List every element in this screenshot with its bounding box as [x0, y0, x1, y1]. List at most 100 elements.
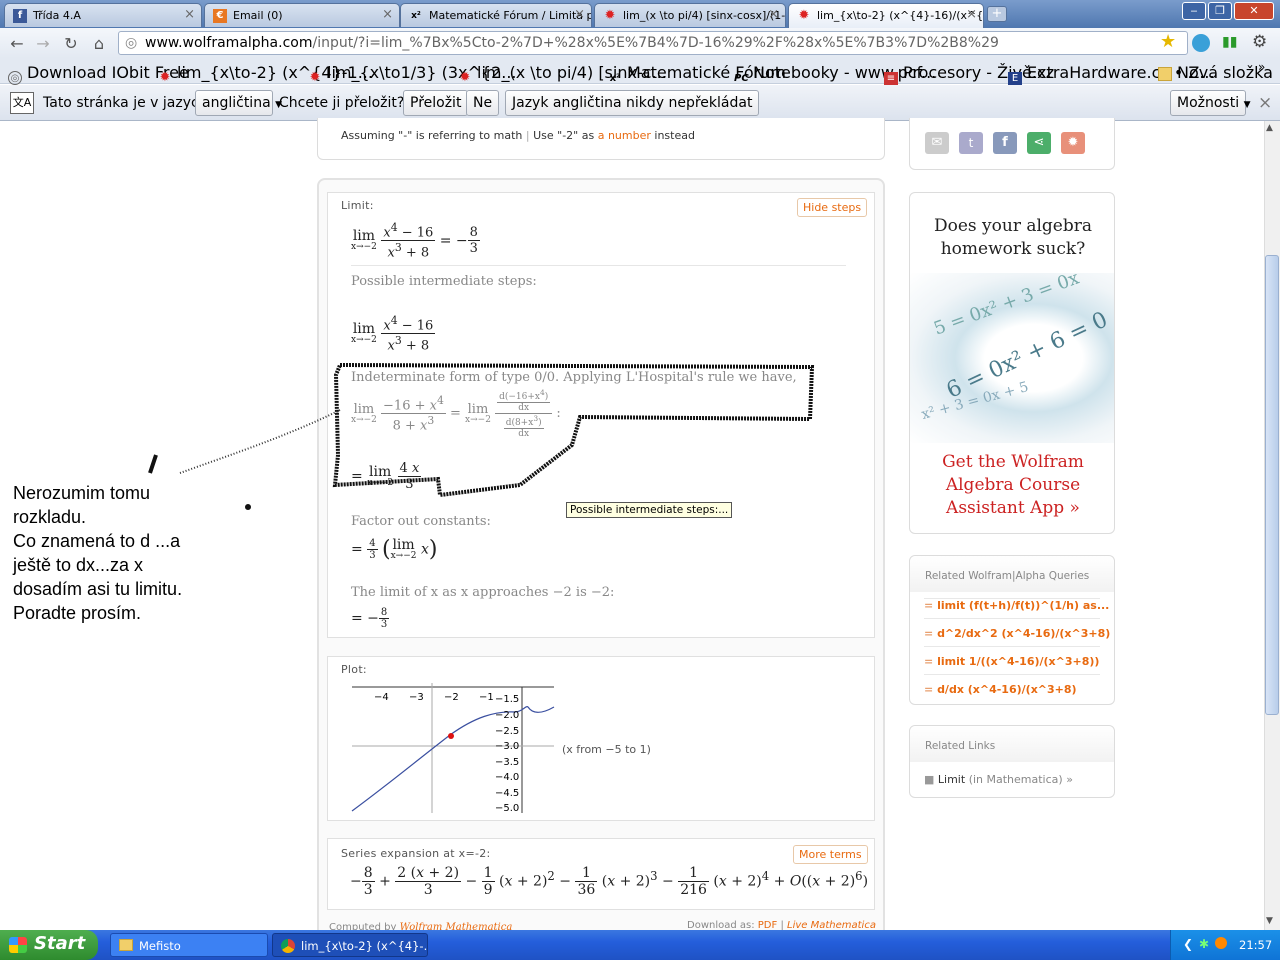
new-tab-button[interactable]: +	[987, 6, 1007, 22]
user-note: Nerozumim tomu rozkladu. Co znamená to d…	[13, 481, 182, 625]
never-translate-button[interactable]: Jazyk angličtina nikdy nepřekládat	[505, 90, 760, 116]
bookmark-star-icon[interactable]: ★	[1160, 31, 1176, 52]
wrench-icon[interactable]: ⚙	[1252, 32, 1267, 52]
url-path: /input/?i=lim_%7Bx%5Cto-2%7D+%28x%5E%7B4…	[312, 35, 999, 51]
task-mefisto[interactable]: Mefisto	[110, 933, 268, 957]
y-tick: −4.5	[495, 788, 520, 799]
x-tick: −2	[444, 692, 459, 703]
related-link-label: Limit	[937, 773, 966, 786]
home-icon[interactable]: ⌂	[88, 33, 110, 55]
scribble-mark	[148, 454, 158, 474]
note-line: dosadím asi tu limitu.	[13, 579, 183, 599]
facebook-share-icon[interactable]: f	[993, 132, 1017, 154]
instead-label: instead	[654, 129, 695, 142]
series-expression: −8 3 + 2 (x + 2) 3 − 19 (x + 2)2 − 1 36 (x …	[350, 865, 869, 898]
close-tab-icon[interactable]: ×	[382, 7, 393, 22]
back-icon[interactable]: ←	[6, 33, 28, 55]
more-bookmarks-icon[interactable]: »	[1258, 60, 1265, 74]
email-share-icon[interactable]: ✉	[925, 132, 949, 154]
task-chrome[interactable]: lim_{x\to-2} (x^{4}-...	[272, 933, 428, 957]
limit-of-x-text: The limit of x as x approaches −2 is −2:	[351, 585, 615, 600]
tab-email[interactable]: € Email (0) ×	[204, 3, 400, 27]
scribble-dot	[245, 504, 251, 510]
scroll-up-icon[interactable]: ▲	[1266, 123, 1273, 133]
twitter-icon[interactable]: t	[959, 132, 983, 154]
related-link[interactable]: ■ Limit (in Mathematica) »	[924, 773, 1073, 786]
wolfram-icon: ✹	[798, 8, 810, 23]
no-button[interactable]: Ne	[466, 90, 500, 116]
ad-image: 5 = 0x² + 3 = 0x 6 = 0x² + 6 = 0 x² + 3 …	[910, 267, 1114, 443]
scrollbar-thumb[interactable]	[1265, 255, 1279, 715]
scroll-down-icon[interactable]: ▼	[1266, 916, 1273, 926]
plot-range-label: (x from −5 to 1)	[562, 743, 651, 756]
language-select[interactable]: angličtina ▼	[195, 90, 282, 116]
tab-title: lim_(x \to pi/4) [sinx-cosx]/(1-	[623, 9, 786, 22]
minimize-button[interactable]: ‒	[1182, 2, 1206, 20]
start-button[interactable]: Start	[0, 930, 98, 960]
related-query[interactable]: = d/dx (x^4-16)/(x^3+8)	[924, 683, 1077, 696]
tray-app-icon[interactable]	[1215, 937, 1227, 949]
assuming-label: Assuming "-" is referring to math	[341, 129, 523, 142]
windows-logo-icon	[9, 937, 27, 953]
divider	[351, 265, 846, 266]
a-number-link[interactable]: a number	[598, 129, 651, 142]
skype-icon[interactable]	[1192, 34, 1210, 52]
ad-headline: Does your algebra homework suck?	[933, 216, 1093, 259]
wolfram-icon: ✹	[604, 8, 616, 23]
close-tab-icon[interactable]: ×	[966, 7, 977, 22]
tray-arrow-icon[interactable]: ❮	[1183, 937, 1193, 951]
close-window-button[interactable]: ✕	[1234, 2, 1274, 20]
share-icon[interactable]: ⋖	[1027, 132, 1051, 154]
translate-icon: 文A	[10, 92, 34, 114]
url-domain: www.wolframalpha.com	[145, 35, 313, 51]
tab-title: Matematické Fórum / Limita při	[429, 9, 592, 22]
related-query[interactable]: = limit 1/((x^4-16)/(x^3+8))	[924, 655, 1099, 668]
chevron-down-icon: ▼	[1243, 100, 1251, 110]
close-tab-icon[interactable]: ×	[574, 7, 585, 22]
ad-cta[interactable]: Get the Wolfram Algebra Course Assistant…	[920, 451, 1106, 520]
tray-network-icon[interactable]: ✱	[1199, 937, 1209, 951]
more-terms-button[interactable]: More terms	[793, 845, 868, 864]
ad-box[interactable]: Does your algebra homework suck? 5 = 0x²…	[909, 192, 1115, 534]
close-translate-icon[interactable]: ×	[1258, 93, 1272, 113]
reload-icon[interactable]: ↻	[60, 33, 82, 55]
y-tick: −2.0	[495, 710, 520, 721]
bookmark-folder[interactable]: Nová složka	[1158, 63, 1273, 82]
hide-steps-button[interactable]: Hide steps	[797, 198, 868, 217]
facebook-icon: f	[13, 9, 27, 23]
options-button[interactable]: Možnosti ▼	[1170, 90, 1250, 116]
y-tick: −3.5	[495, 757, 520, 768]
plot-curve	[351, 706, 555, 812]
forward-icon[interactable]: →	[32, 33, 54, 55]
translate-button[interactable]: Přeložit	[403, 90, 469, 116]
share-box: ✉ t f ⋖ ✹	[909, 118, 1115, 170]
signal-icon[interactable]: ▮▮	[1222, 34, 1237, 50]
system-tray: ❮ ✱ 21:57	[1170, 930, 1280, 960]
tab-forum[interactable]: x² Matematické Fórum / Limita při ×	[400, 3, 592, 27]
tab-wolfram-active[interactable]: ✹ lim_{x\to-2} (x^{4}-16)/(x^{3 ×	[788, 3, 984, 28]
step-original: lim x→−2 x4 − 16 x3 + 8	[351, 314, 436, 354]
note-line: rozkladu.	[13, 507, 87, 527]
tab-trida[interactable]: f Třída 4.A ×	[4, 3, 202, 27]
divider	[924, 674, 1100, 675]
close-tab-icon[interactable]: ×	[184, 7, 195, 22]
plot-pod: Plot: −4 −3 −2 −1 −1.5 −2.0 −2.5 −3.0 −3…	[327, 656, 875, 821]
maximize-button[interactable]: ❐	[1208, 2, 1232, 20]
related-queries-box: Related Wolfram|Alpha Queries = limit (f…	[909, 555, 1115, 705]
tab-wolfram-pi4[interactable]: ✹ lim_(x \to pi/4) [sinx-cosx]/(1- ×	[594, 3, 786, 27]
pod-title: Plot:	[341, 663, 367, 676]
close-tab-icon[interactable]: ×	[768, 7, 779, 22]
note-line: Nerozumim tomu	[13, 483, 151, 503]
related-link-suffix: (in Mathematica) »	[968, 773, 1073, 786]
step-final: = −8 3	[351, 607, 390, 630]
wolfram-share-icon[interactable]: ✹	[1061, 132, 1085, 154]
limit-result: lim x→−2 x4 − 16 x3 + 8 = −8 3	[351, 221, 480, 261]
related-query[interactable]: = limit (f(t+h)/f(t))^(1/h) as...	[924, 599, 1109, 612]
factor-text: Factor out constants:	[351, 514, 491, 529]
x-tick: −1	[479, 692, 494, 703]
y-tick: −4.0	[495, 772, 520, 783]
address-bar[interactable]: ◎ www.wolframalpha.com/input/?i=lim_%7Bx…	[118, 31, 1188, 55]
related-query[interactable]: = d^2/dx^2 (x^4-16)/(x^3+8)	[924, 627, 1110, 640]
related-queries-title: Related Wolfram|Alpha Queries	[925, 570, 1090, 582]
related-links-title: Related Links	[925, 740, 996, 752]
